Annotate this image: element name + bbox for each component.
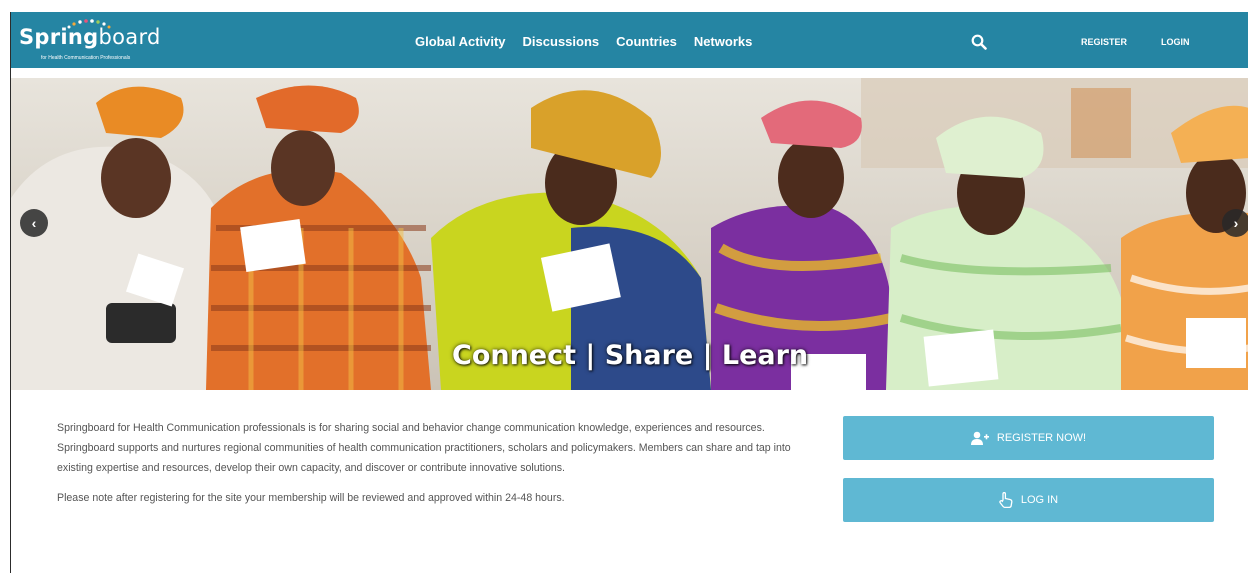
nav-countries[interactable]: Countries (616, 34, 677, 49)
log-in-button[interactable]: LOG IN (843, 478, 1214, 522)
membership-note: Please note after registering for the si… (57, 492, 565, 504)
register-now-label: REGISTER NOW! (996, 432, 1087, 444)
chevron-left-icon: ‹ (31, 215, 37, 231)
nav-networks[interactable]: Networks (694, 34, 753, 49)
top-navbar: Springboard for Health Communication Pro… (11, 12, 1248, 68)
nav-discussions[interactable]: Discussions (523, 34, 600, 49)
pointer-hand-icon (999, 492, 1013, 508)
register-now-button[interactable]: REGISTER NOW! (843, 416, 1214, 460)
carousel-next-button[interactable]: › (1222, 209, 1248, 237)
carousel-prev-button[interactable]: ‹ (20, 209, 48, 237)
springboard-logo[interactable]: Springboard for Health Communication Pro… (19, 19, 179, 64)
hero-caption: Connect | Share | Learn (452, 340, 809, 371)
log-in-label: LOG IN (1020, 494, 1059, 506)
intro-paragraph: Springboard for Health Communication pro… (57, 422, 791, 474)
chevron-right-icon: › (1233, 215, 1239, 231)
search-icon[interactable] (971, 34, 987, 50)
add-user-icon (970, 431, 989, 445)
header-register-link[interactable]: REGISTER (1081, 37, 1127, 47)
hero-carousel: Connect | Share | Learn ‹ › (11, 78, 1248, 390)
main-nav: Global Activity Discussions Countries Ne… (415, 34, 752, 49)
logo-tagline: for Health Communication Professionals (41, 55, 131, 61)
nav-global-activity[interactable]: Global Activity (415, 34, 506, 49)
header-login-link[interactable]: LOGIN (1161, 37, 1190, 47)
logo-wordmark: Springboard (19, 25, 161, 49)
page-frame: Springboard for Health Communication Pro… (10, 12, 1248, 573)
